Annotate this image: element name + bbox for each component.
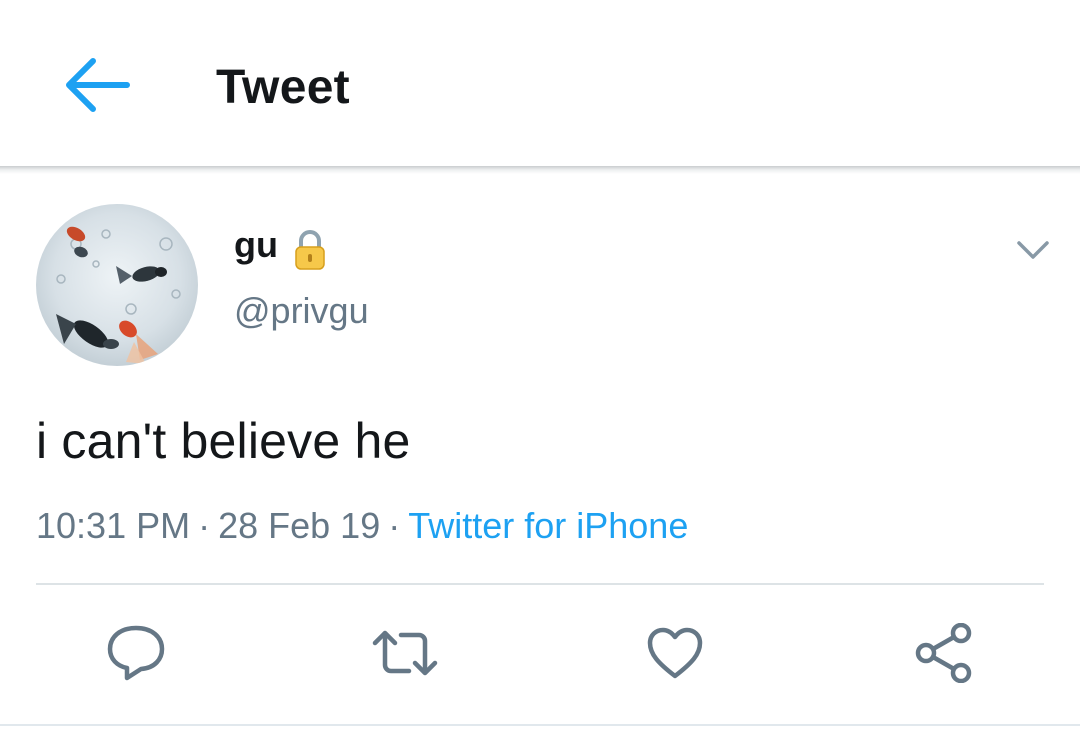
tweet-source-link[interactable]: Twitter for iPhone	[408, 505, 688, 546]
back-button[interactable]	[56, 50, 136, 120]
share-icon	[915, 623, 972, 683]
top-app-bar: Tweet	[0, 0, 1080, 168]
retweet-icon	[372, 630, 438, 676]
tweet-text: i can't believe he	[36, 413, 411, 469]
page-title: Tweet	[216, 61, 350, 114]
chevron-down-icon	[1017, 241, 1049, 259]
avatar[interactable]	[36, 204, 198, 366]
like-button[interactable]	[640, 620, 710, 686]
like-icon	[647, 627, 703, 679]
bottom-divider	[0, 724, 1080, 726]
arrow-left-icon	[66, 58, 130, 112]
author-handle[interactable]: @privgu	[234, 290, 369, 332]
avatar-image	[36, 204, 198, 366]
tweet-detail-screen: Tweet gu @privgu i can't believe he 10:3…	[0, 0, 1080, 732]
actions-divider	[36, 583, 1044, 585]
share-button[interactable]	[910, 620, 980, 686]
tweet-options-button[interactable]	[1008, 228, 1058, 272]
meta-separator: ·	[388, 505, 401, 546]
lock-icon	[295, 230, 325, 270]
header-divider	[0, 166, 1080, 174]
tweet-metadata: 10:31 PM · 28 Feb 19 · Twitter for iPhone	[36, 505, 688, 547]
tweet-time: 10:31 PM	[36, 505, 191, 546]
author-name[interactable]: gu	[234, 224, 278, 266]
reply-icon	[107, 625, 165, 681]
reply-button[interactable]	[101, 620, 171, 686]
retweet-button[interactable]	[370, 620, 440, 686]
tweet-date: 28 Feb 19	[218, 505, 381, 546]
meta-separator: ·	[198, 505, 211, 546]
